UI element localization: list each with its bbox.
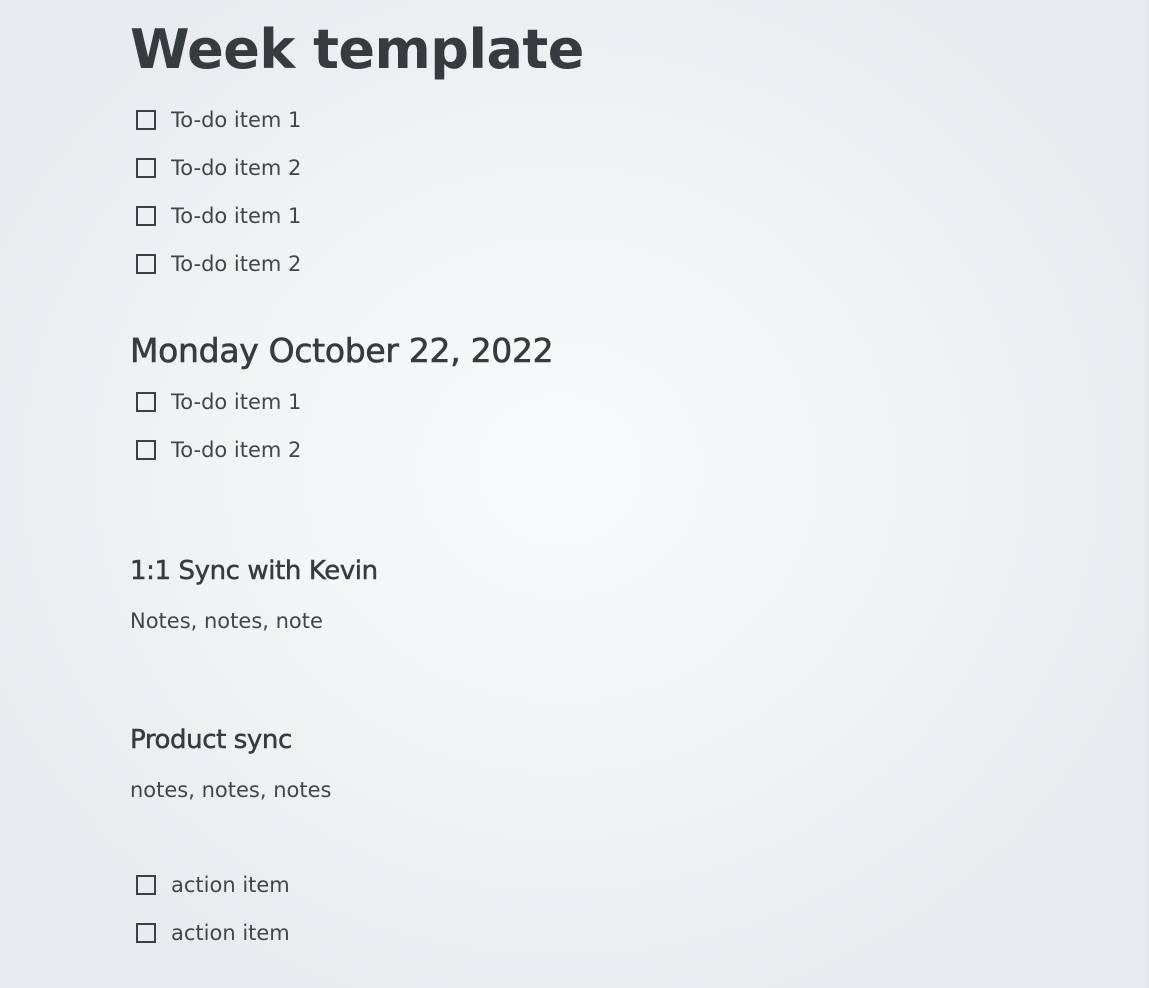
checkbox[interactable] (136, 392, 156, 412)
todo-item[interactable]: To-do item 2 (136, 435, 301, 465)
action-item-label[interactable]: action item (171, 870, 290, 900)
todo-item[interactable]: To-do item 1 (136, 201, 301, 231)
todo-item[interactable]: To-do item 2 (136, 153, 301, 183)
todo-item[interactable]: To-do item 1 (136, 387, 301, 417)
checkbox[interactable] (136, 923, 156, 943)
checkbox[interactable] (136, 875, 156, 895)
checkbox[interactable] (136, 254, 156, 274)
day-heading[interactable]: Monday October 22, 2022 (130, 329, 554, 373)
todo-label[interactable]: To-do item 1 (171, 105, 301, 135)
meeting-notes[interactable]: notes, notes, notes (130, 775, 331, 805)
action-item[interactable]: action item (136, 918, 290, 948)
meeting-title[interactable]: 1:1 Sync with Kevin (130, 553, 379, 589)
action-item[interactable]: action item (136, 870, 290, 900)
checkbox[interactable] (136, 158, 156, 178)
page-title[interactable]: Week template (130, 17, 584, 83)
window-edge (1143, 0, 1149, 988)
todo-label[interactable]: To-do item 1 (171, 387, 301, 417)
checkbox[interactable] (136, 110, 156, 130)
checkbox[interactable] (136, 206, 156, 226)
todo-label[interactable]: To-do item 2 (171, 249, 301, 279)
checkbox[interactable] (136, 440, 156, 460)
meeting-title[interactable]: Product sync (130, 722, 293, 758)
todo-item[interactable]: To-do item 2 (136, 249, 301, 279)
todo-label[interactable]: To-do item 1 (171, 201, 301, 231)
meeting-notes[interactable]: Notes, notes, note (130, 606, 323, 636)
action-item-label[interactable]: action item (171, 918, 290, 948)
todo-label[interactable]: To-do item 2 (171, 153, 301, 183)
todo-label[interactable]: To-do item 2 (171, 435, 301, 465)
todo-item[interactable]: To-do item 1 (136, 105, 301, 135)
